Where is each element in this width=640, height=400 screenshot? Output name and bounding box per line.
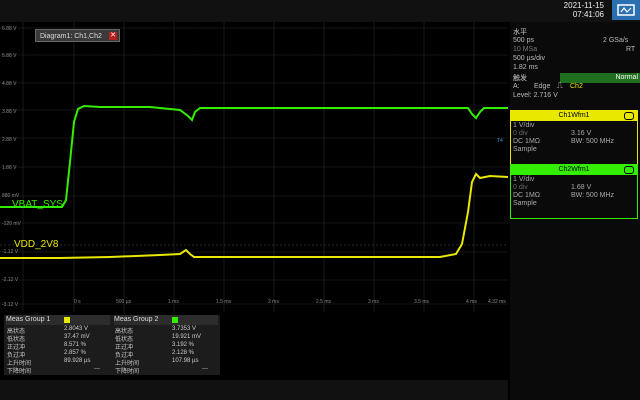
horizontal-rt: RT xyxy=(626,46,636,53)
datetime: 2021-11-15 07:41:06 xyxy=(564,1,604,19)
trigger-mode: Normal xyxy=(615,74,638,81)
y-tick-label: -120 mV xyxy=(2,221,21,227)
toggle-icon[interactable] xyxy=(624,112,634,120)
meas-label: 下降时间 xyxy=(7,369,32,375)
trigger-title: 触发 xyxy=(513,75,527,82)
meas-group-2-header: Meas Group 2 xyxy=(114,315,218,325)
horizontal-title: 水平 xyxy=(513,29,527,36)
y-tick-label: 1.88 V xyxy=(2,165,17,171)
meas-group-1[interactable]: Meas Group 1 高状态 2.8043 V 低状态 37.47 mV 正… xyxy=(4,315,112,375)
ch1-offset-label: 0 div xyxy=(513,130,528,137)
x-tick-label: 2 ms xyxy=(268,299,279,305)
y-tick-label: 4.88 V xyxy=(2,81,17,87)
y-tick-label: 6.88 V xyxy=(2,26,17,32)
ch2-coupling: DC 1MΩ xyxy=(513,192,541,199)
meas-group-1-header: Meas Group 1 xyxy=(6,315,110,325)
x-tick-label: 4.32 ms xyxy=(488,299,506,305)
trigger-type: Edge xyxy=(534,83,551,90)
diagram-tab[interactable]: Diagram1: Ch1,Ch2 ✕ xyxy=(35,29,120,42)
trigger-ref-marker[interactable]: T4 xyxy=(497,138,503,144)
horizontal-mem: 10 MSa xyxy=(513,46,538,53)
meas-value: 2.128 % xyxy=(172,350,195,356)
ch1-title: Ch1Wfm1 xyxy=(511,111,637,121)
rising-edge-icon: ⎍ xyxy=(557,81,563,90)
ch2-title: Ch2Wfm1 xyxy=(511,165,637,175)
x-tick-label: 4 ms xyxy=(466,299,477,305)
ch1-wfm-panel[interactable]: Ch1Wfm1 1 V/div 0 div 3.16 V DC 1MΩ BW: … xyxy=(510,110,638,165)
meas-value: 8.571 % xyxy=(64,342,87,348)
meas-group-2-title: Meas Group 2 xyxy=(114,316,159,323)
meas-value: 3.192 % xyxy=(172,342,195,348)
y-tick-label: -3.12 V xyxy=(2,302,19,308)
ch1-offset-value: 3.16 V xyxy=(571,130,592,137)
y-tick-label: 3.88 V xyxy=(2,109,17,115)
meas-value: --- xyxy=(202,366,208,372)
trigger-level: Level: 2.716 V xyxy=(513,92,558,99)
ch1-bw: BW: 500 MHz xyxy=(571,138,615,145)
y-tick-label: 5.88 V xyxy=(2,53,17,59)
meas-value: 2.8043 V xyxy=(64,326,89,332)
brand-logo-icon[interactable] xyxy=(612,0,640,20)
ch-color-icon xyxy=(64,317,70,323)
x-tick-label: 1 ms xyxy=(168,299,179,305)
meas-label: 下降时间 xyxy=(115,369,140,375)
meas-group-2[interactable]: Meas Group 2 高状态 3.7353 V 低状态 19.921 mV … xyxy=(112,315,220,375)
y-tick-label: -2.12 V xyxy=(2,277,19,283)
waveform-grid xyxy=(0,22,509,312)
meas-value: 107.98 µs xyxy=(172,358,199,364)
time-text: 07:41:06 xyxy=(572,10,604,19)
meas-value: 37.47 mV xyxy=(64,334,90,340)
ch1-trace-label: VBAT_SYS xyxy=(12,199,63,210)
x-tick-label: 1.5 ms xyxy=(216,299,232,305)
horizontal-div: 500 µs/div xyxy=(513,55,546,62)
trigger-mode-badge: Normal xyxy=(560,73,640,83)
ch1-scale: 1 V/div xyxy=(513,122,535,129)
waveform-area[interactable] xyxy=(0,22,509,312)
meas-value: 3.7353 V xyxy=(172,326,197,332)
toggle-icon[interactable] xyxy=(624,166,634,174)
trigger-source-prefix: A: xyxy=(513,83,520,90)
ch2-offset-label: 0 div xyxy=(513,184,528,191)
horizontal-timebase: 500 ps xyxy=(513,37,535,44)
horizontal-acq: 1.82 ms xyxy=(513,64,538,71)
ch-color-icon xyxy=(172,317,178,323)
date-text: 2021-11-15 xyxy=(563,1,604,10)
ch2-mode: Sample xyxy=(513,200,537,207)
ch2-offset-value: 1.68 V xyxy=(571,184,592,191)
x-tick-label: 0 s xyxy=(74,299,81,305)
diagram-tab-title: Diagram1: Ch1,Ch2 xyxy=(40,33,102,40)
close-icon[interactable]: ✕ xyxy=(109,32,117,40)
top-bar: 2021-11-15 07:41:06 xyxy=(0,0,640,22)
x-tick-label: 2.5 ms xyxy=(316,299,332,305)
meas-group-1-title: Meas Group 1 xyxy=(6,316,51,323)
ch2-trace-label: VDD_2V8 xyxy=(14,239,59,250)
ch2-bw: BW: 500 MHz xyxy=(571,192,615,199)
ch2-scale: 1 V/div xyxy=(513,176,535,183)
meas-value: --- xyxy=(94,366,100,372)
ch1-coupling: DC 1MΩ xyxy=(513,138,541,145)
y-tick-label: 2.88 V xyxy=(2,137,17,143)
x-tick-label: 500 µs xyxy=(116,299,132,305)
meas-value: 89.928 µs xyxy=(64,358,91,364)
meas-value: 19.921 mV xyxy=(172,334,202,340)
x-tick-label: 3.5 ms xyxy=(414,299,430,305)
meas-value: 2.857 % xyxy=(64,350,87,356)
x-tick-label: 3 ms xyxy=(368,299,379,305)
ch2-wfm-panel[interactable]: Ch2Wfm1 1 V/div 0 div 1.68 V DC 1MΩ BW: … xyxy=(510,164,638,219)
trigger-source: Ch2 xyxy=(570,83,583,90)
bottom-bar xyxy=(0,380,508,400)
ch1-mode: Sample xyxy=(513,146,537,153)
horizontal-rate: 2 GSa/s xyxy=(603,37,629,44)
